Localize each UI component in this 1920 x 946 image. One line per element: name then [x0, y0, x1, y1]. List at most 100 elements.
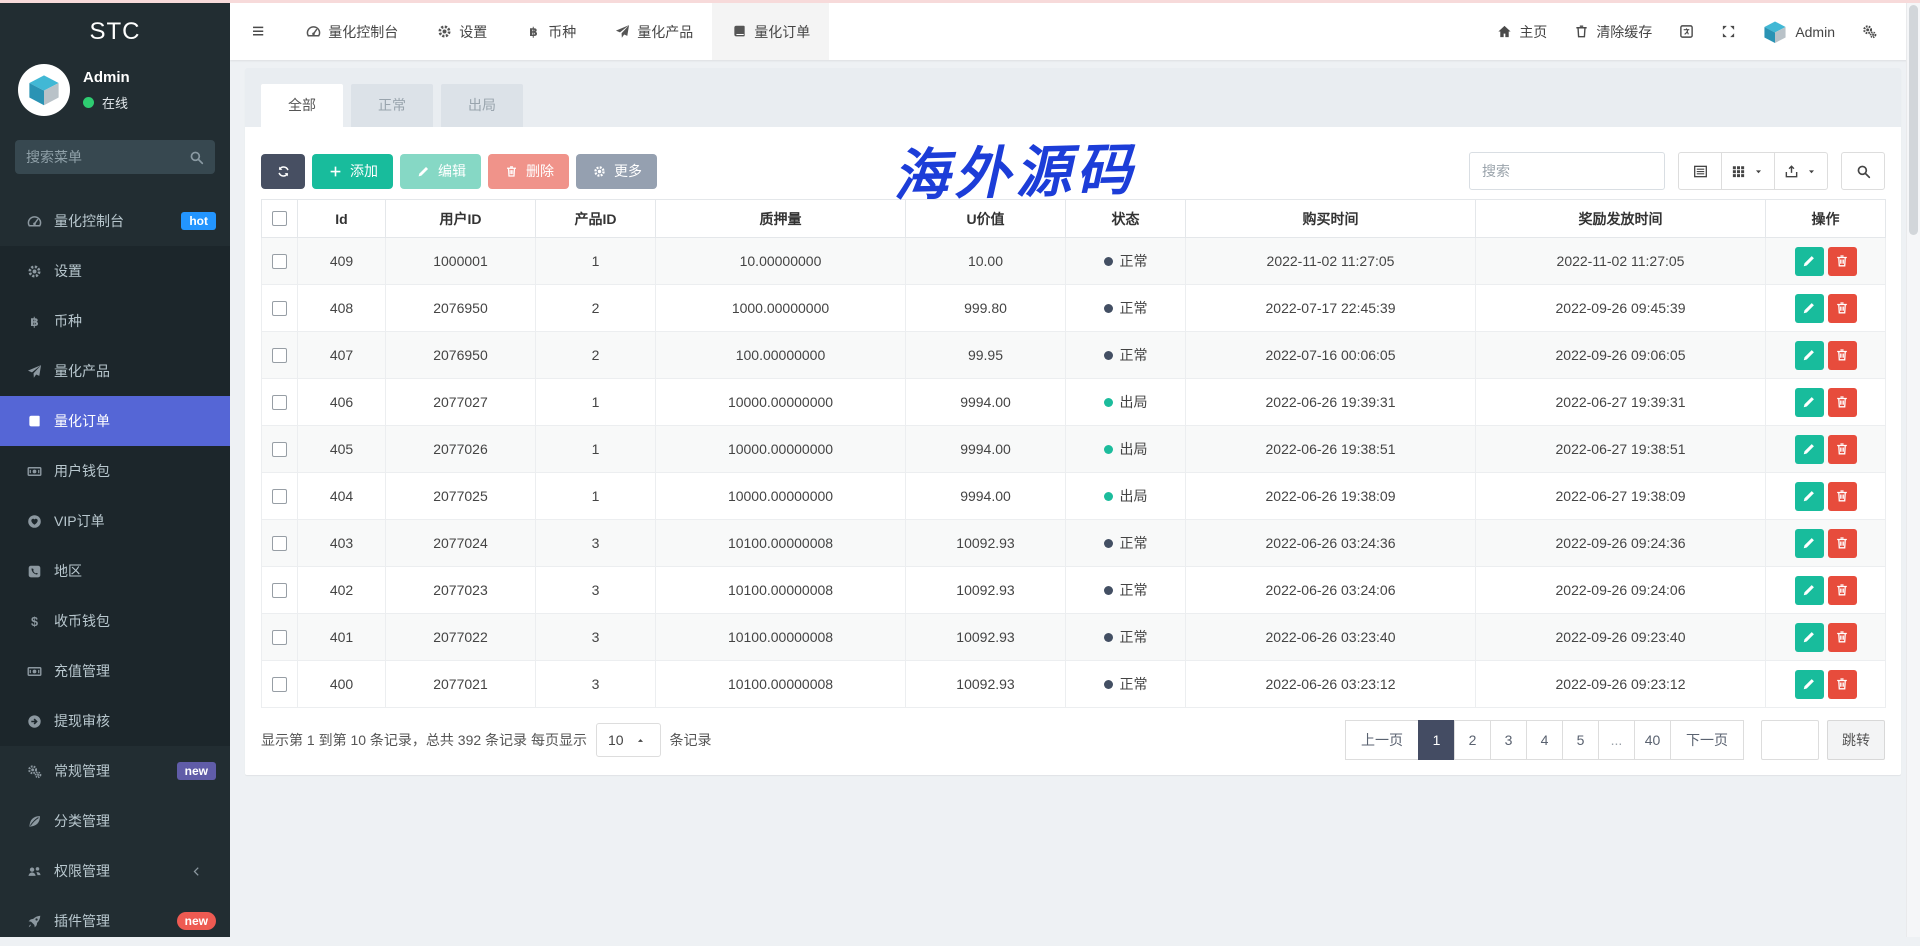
row-checkbox[interactable]: [272, 489, 287, 504]
navbar-tab-dashboard[interactable]: 量化控制台: [286, 3, 417, 60]
navbar-tab-settings[interactable]: 设置: [417, 3, 506, 60]
page-size-select[interactable]: 10: [596, 723, 661, 757]
sidebar-item-user-wallet[interactable]: 用户钱包: [0, 446, 230, 496]
sidebar-item-plugin[interactable]: 插件管理new: [0, 896, 230, 946]
sidebar-item-region[interactable]: 地区: [0, 546, 230, 596]
sidebar-toggle-icon[interactable]: ≡: [230, 3, 286, 60]
sidebar-item-withdraw-audit[interactable]: 提现审核: [0, 696, 230, 746]
edit-row-button[interactable]: [1795, 529, 1824, 558]
next-page-button[interactable]: 下一页: [1670, 720, 1744, 760]
delete-row-button[interactable]: [1828, 576, 1857, 605]
user-menu[interactable]: Admin: [1749, 3, 1848, 60]
sidebar-search: [15, 140, 215, 174]
prev-page-button[interactable]: 上一页: [1345, 720, 1419, 760]
edit-row-button[interactable]: [1795, 482, 1824, 511]
clear-cache-button[interactable]: 清除缓存: [1560, 3, 1665, 60]
table-search-input[interactable]: [1469, 152, 1665, 190]
jump-button[interactable]: 跳转: [1827, 720, 1885, 760]
row-checkbox[interactable]: [272, 254, 287, 269]
scrollbar[interactable]: [1906, 3, 1920, 937]
row-checkbox[interactable]: [272, 583, 287, 598]
row-checkbox[interactable]: [272, 677, 287, 692]
edit-row-button[interactable]: [1795, 341, 1824, 370]
fullscreen-button[interactable]: [1707, 3, 1749, 60]
row-checkbox[interactable]: [272, 536, 287, 551]
sidebar-item-settings[interactable]: 设置: [0, 246, 230, 296]
edit-row-button[interactable]: [1795, 388, 1824, 417]
navbar-tab-quant-products[interactable]: 量化产品: [595, 3, 712, 60]
edit-row-button[interactable]: [1795, 247, 1824, 276]
filter-tab-out[interactable]: 出局: [441, 84, 523, 127]
refresh-button[interactable]: [261, 154, 305, 189]
edit-row-button[interactable]: [1795, 623, 1824, 652]
page-button-3[interactable]: 3: [1490, 720, 1527, 760]
delete-row-button[interactable]: [1828, 670, 1857, 699]
sidebar-item-vip-orders[interactable]: VIP订单: [0, 496, 230, 546]
row-checkbox-cell: [262, 426, 298, 473]
settings-menu[interactable]: [1848, 3, 1890, 60]
cell-reward_time: 2022-06-27 19:39:31: [1476, 379, 1766, 426]
sidebar-item-recharge[interactable]: 充值管理: [0, 646, 230, 696]
more-button[interactable]: 更多: [576, 154, 657, 189]
cell-u_value: 999.80: [906, 285, 1066, 332]
delete-row-button[interactable]: [1828, 294, 1857, 323]
page-button-4[interactable]: 4: [1526, 720, 1563, 760]
delete-row-button[interactable]: [1828, 482, 1857, 511]
delete-row-button[interactable]: [1828, 529, 1857, 558]
sidebar-item-category[interactable]: 分类管理: [0, 796, 230, 846]
row-checkbox[interactable]: [272, 348, 287, 363]
row-checkbox-cell: [262, 520, 298, 567]
sidebar-item-label: 用户钱包: [54, 461, 110, 481]
row-checkbox-cell: [262, 332, 298, 379]
home-button[interactable]: 主页: [1483, 3, 1560, 60]
page-button-2[interactable]: 2: [1454, 720, 1491, 760]
delete-row-button[interactable]: [1828, 435, 1857, 464]
add-button[interactable]: 添加: [312, 154, 393, 189]
search-toggle-button[interactable]: [1841, 152, 1885, 190]
navbar-tab-quant-orders[interactable]: 量化订单: [712, 3, 829, 60]
delete-row-button[interactable]: [1828, 623, 1857, 652]
row-checkbox[interactable]: [272, 442, 287, 457]
detail-view-button[interactable]: [1678, 152, 1722, 190]
sidebar-search-input[interactable]: [26, 149, 181, 165]
page-button-40[interactable]: 40: [1634, 720, 1671, 760]
row-checkbox[interactable]: [272, 630, 287, 645]
filter-tab-all[interactable]: 全部: [261, 84, 343, 127]
sidebar-item-receive-wallet[interactable]: $收币钱包: [0, 596, 230, 646]
delete-row-button[interactable]: [1828, 388, 1857, 417]
sidebar-item-quant-orders[interactable]: 量化订单: [0, 396, 230, 446]
edit-row-button[interactable]: [1795, 576, 1824, 605]
export-button[interactable]: [1774, 152, 1828, 190]
sidebar-item-quant-products[interactable]: 量化产品: [0, 346, 230, 396]
sidebar-item-label: 量化控制台: [54, 211, 124, 231]
delete-row-button[interactable]: [1828, 247, 1857, 276]
language-button[interactable]: [1665, 3, 1707, 60]
table-row: 4032077024310100.0000000810092.93正常2022-…: [262, 520, 1886, 567]
record-summary-prefix: 显示第 1 到第 10 条记录，总共 392 条记录 每页显示: [261, 730, 587, 750]
edit-row-button[interactable]: [1795, 435, 1824, 464]
cell-user_id: 2077021: [386, 661, 536, 708]
jump-page-input[interactable]: [1761, 720, 1819, 760]
edit-row-button[interactable]: [1795, 670, 1824, 699]
page-button-5[interactable]: 5: [1562, 720, 1599, 760]
edit-row-button[interactable]: [1795, 294, 1824, 323]
scrollbar-thumb[interactable]: [1909, 5, 1918, 235]
cell-user_id: 2076950: [386, 285, 536, 332]
row-checkbox[interactable]: [272, 395, 287, 410]
cell-user_id: 2077024: [386, 520, 536, 567]
columns-button[interactable]: [1721, 152, 1775, 190]
select-all-checkbox[interactable]: [272, 211, 287, 226]
sidebar-item-coins[interactable]: ฿币种: [0, 296, 230, 346]
paper-plane-icon: [614, 24, 630, 40]
sidebar-item-permission[interactable]: 权限管理: [0, 846, 230, 896]
cell-u_value: 10092.93: [906, 520, 1066, 567]
navbar-tab-coins[interactable]: ฿币种: [506, 3, 595, 60]
sidebar-item-general[interactable]: 常规管理new: [0, 746, 230, 796]
filter-tab-normal[interactable]: 正常: [351, 84, 433, 127]
delete-button[interactable]: 删除: [488, 154, 569, 189]
delete-row-button[interactable]: [1828, 341, 1857, 370]
edit-button[interactable]: 编辑: [400, 154, 481, 189]
sidebar-item-dashboard[interactable]: 量化控制台hot: [0, 196, 230, 246]
row-checkbox[interactable]: [272, 301, 287, 316]
page-button-1[interactable]: 1: [1418, 720, 1455, 760]
